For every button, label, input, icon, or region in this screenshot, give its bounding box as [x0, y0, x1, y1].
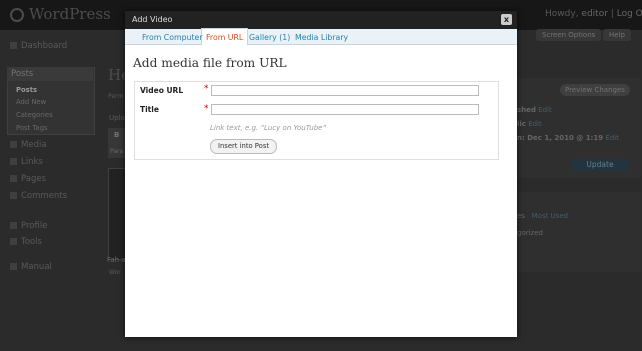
tab-from-url[interactable]: From URL [206, 33, 243, 42]
tab-media-library[interactable]: Media Library [295, 33, 348, 42]
title-help-text: Link text, e.g. “Lucy on YouTube” [210, 124, 327, 132]
video-url-input[interactable] [211, 85, 479, 96]
title-label: Title [140, 105, 159, 114]
dialog-titlebar: Add Video x [125, 11, 517, 29]
title-required-mark: * [204, 104, 209, 114]
video-url-required-mark: * [204, 84, 209, 94]
title-input[interactable] [211, 104, 479, 115]
add-video-dialog: Add Video x From Computer From URL Galle… [125, 11, 517, 337]
dialog-title: Add Video [132, 15, 173, 24]
insert-into-post-button[interactable]: Insert into Post [210, 139, 277, 154]
tab-from-computer[interactable]: From Computer [142, 33, 203, 42]
tab-gallery[interactable]: Gallery (1) [249, 33, 290, 42]
dialog-heading: Add media file from URL [133, 56, 287, 70]
close-icon[interactable]: x [501, 14, 512, 25]
video-url-label: Video URL [140, 86, 184, 95]
